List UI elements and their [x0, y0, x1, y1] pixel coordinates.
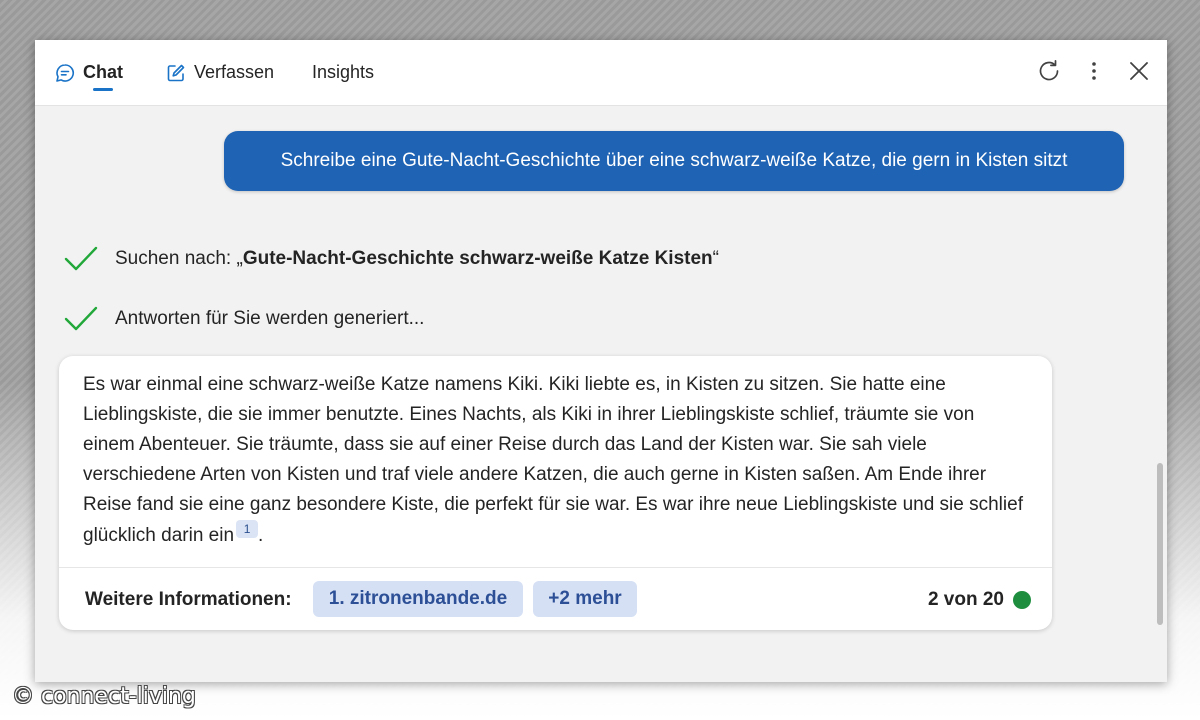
card-divider [59, 567, 1052, 568]
watermark: © connect-living [12, 684, 196, 709]
tab-insights-label: Insights [312, 62, 375, 82]
answer-end: . [258, 525, 264, 546]
search-status: Suchen nach: „ Gute-Nacht-Geschichte schw… [63, 241, 719, 277]
refresh-button[interactable] [1032, 56, 1066, 90]
tab-verfassen-label: Verfassen [194, 62, 275, 82]
tab-chat[interactable]: Chat [55, 40, 123, 105]
title-bar: Chat Verfassen Insights [35, 40, 1167, 106]
more-sources-chip[interactable]: +2 mehr [533, 581, 637, 617]
chat-bubble-icon [55, 63, 75, 83]
source-chip[interactable]: 1. zitronenbande.de [313, 581, 523, 617]
search-query: Gute-Nacht-Geschichte schwarz-weiße Katz… [242, 248, 713, 269]
generating-status: Antworten für Sie werden generiert... [63, 301, 424, 337]
search-suffix: “ [712, 248, 719, 269]
checkmark-icon [63, 304, 99, 334]
answer-card: Es war einmal eine schwarz-weiße Katze n… [59, 356, 1052, 630]
close-icon [1129, 61, 1149, 86]
refresh-icon [1036, 58, 1062, 89]
generating-text: Antworten für Sie werden generiert... [115, 308, 425, 329]
user-message-bubble: Schreibe eine Gute-Nacht-Geschichte über… [224, 131, 1124, 191]
search-prefix: Suchen nach: „ [115, 248, 243, 269]
close-button[interactable] [1122, 56, 1156, 90]
checkmark-icon [63, 244, 99, 274]
tab-chat-label: Chat [83, 62, 123, 82]
more-vertical-icon [1091, 61, 1097, 86]
more-info-label: Weitere Informationen: [85, 589, 292, 610]
status-dot [1013, 591, 1031, 609]
answer-body: Es war einmal eine schwarz-weiße Katze n… [83, 374, 1023, 546]
tab-verfassen[interactable]: Verfassen [166, 40, 274, 105]
answer-text: Es war einmal eine schwarz-weiße Katze n… [83, 370, 1028, 551]
compose-icon [166, 63, 186, 83]
copilot-window: Chat Verfassen Insights Schreibe eine Gu… [35, 40, 1167, 682]
user-message-text: Schreibe eine Gute-Nacht-Geschichte über… [280, 150, 1068, 171]
response-counter: 2 von 20 [927, 589, 1004, 610]
tab-insights[interactable]: Insights [312, 40, 374, 105]
scrollbar[interactable] [1157, 463, 1163, 625]
citation-badge[interactable]: 1 [236, 520, 259, 538]
more-options-button[interactable] [1077, 56, 1111, 90]
active-tab-indicator [93, 88, 113, 91]
